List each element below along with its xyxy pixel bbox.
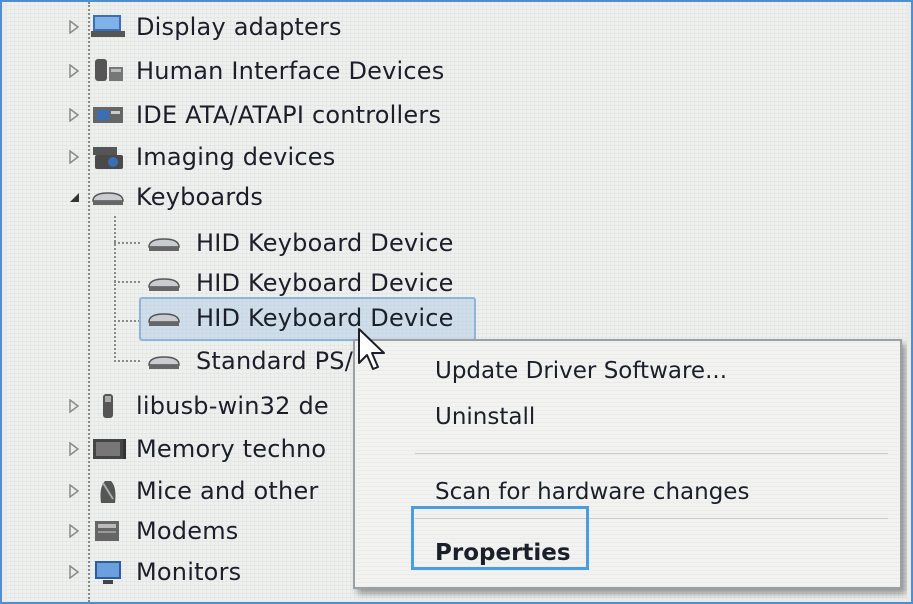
menu-separator bbox=[415, 453, 888, 454]
hid-icon bbox=[88, 56, 128, 86]
tree-item-label: IDE ATA/ATAPI controllers bbox=[136, 101, 442, 129]
tree-connector bbox=[114, 320, 140, 322]
menu-item-scan-for-hardware-changes[interactable]: Scan for hardware changes bbox=[435, 479, 749, 505]
tree-connector bbox=[114, 216, 116, 362]
menu-item-uninstall[interactable]: Uninstall bbox=[435, 404, 535, 430]
tree-item-hid-keyboard-device-selected[interactable]: HID Keyboard Device bbox=[144, 299, 454, 337]
tree-item-label: Keyboards bbox=[136, 183, 264, 211]
tree-item-label: Mice and other bbox=[136, 477, 319, 505]
tree-item-ide-ata-atapi-controllers[interactable]: IDE ATA/ATAPI controllers bbox=[66, 96, 441, 134]
tree-item-display-adapters[interactable]: Display adapters bbox=[66, 8, 342, 46]
keyboard-icon bbox=[88, 182, 128, 212]
mouse-icon bbox=[88, 476, 128, 506]
expand-arrow-icon[interactable] bbox=[66, 63, 82, 79]
tree-item-keyboards[interactable]: Keyboards bbox=[66, 178, 263, 216]
keyboard-icon bbox=[144, 346, 184, 376]
expand-arrow-icon[interactable] bbox=[66, 441, 82, 457]
menu-item-properties[interactable]: Properties bbox=[435, 540, 571, 566]
tree-item-label: HID Keyboard Device bbox=[196, 229, 454, 257]
memory-icon bbox=[88, 434, 128, 464]
tree-item-label: Memory techno bbox=[136, 435, 327, 463]
context-menu: Update Driver Software... Uninstall Scan… bbox=[353, 339, 902, 589]
tree-item-memory-technology-devices[interactable]: Memory techno bbox=[66, 430, 326, 468]
tree-item-label: HID Keyboard Device bbox=[196, 304, 454, 332]
expand-arrow-icon[interactable] bbox=[66, 564, 82, 580]
keyboard-icon bbox=[144, 228, 184, 258]
tree-item-label: libusb-win32 de bbox=[136, 392, 329, 420]
tree-item-human-interface-devices[interactable]: Human Interface Devices bbox=[66, 52, 444, 90]
monitor-icon bbox=[88, 557, 128, 587]
tree-item-label: Human Interface Devices bbox=[136, 57, 445, 85]
expand-arrow-icon[interactable] bbox=[66, 523, 82, 539]
modem-icon bbox=[88, 516, 128, 546]
keyboard-icon bbox=[144, 303, 184, 333]
tree-connector bbox=[114, 281, 140, 283]
expand-arrow-icon[interactable] bbox=[66, 19, 82, 35]
ide-controller-icon bbox=[88, 100, 128, 130]
tree-item-imaging-devices[interactable]: Imaging devices bbox=[66, 138, 335, 176]
tree-item-libusb-win32-devices[interactable]: libusb-win32 de bbox=[66, 387, 329, 425]
tree-item-label: HID Keyboard Device bbox=[196, 269, 454, 297]
tree-item-label: Monitors bbox=[136, 558, 242, 586]
tree-item-hid-keyboard-device[interactable]: HID Keyboard Device bbox=[144, 224, 454, 262]
tree-connector bbox=[114, 360, 140, 362]
keyboard-icon bbox=[144, 268, 184, 298]
collapse-arrow-icon[interactable] bbox=[66, 189, 82, 205]
expand-arrow-icon[interactable] bbox=[66, 107, 82, 123]
tree-item-label: Display adapters bbox=[136, 13, 342, 41]
camera-icon bbox=[88, 142, 128, 172]
device-manager-tree-view: Display adapters Human Interface Devices… bbox=[6, 2, 907, 602]
tree-item-standard-ps2-keyboard[interactable]: Standard PS/2 bbox=[144, 342, 368, 380]
tree-item-label: Imaging devices bbox=[136, 143, 336, 171]
expand-arrow-icon[interactable] bbox=[66, 398, 82, 414]
tree-item-label: Modems bbox=[136, 517, 239, 545]
tree-item-modems[interactable]: Modems bbox=[66, 512, 238, 550]
tree-item-hid-keyboard-device[interactable]: HID Keyboard Device bbox=[144, 264, 454, 302]
mouse-pointer-icon bbox=[358, 328, 385, 370]
tree-item-monitors[interactable]: Monitors bbox=[66, 553, 241, 591]
expand-arrow-icon[interactable] bbox=[66, 149, 82, 165]
usb-icon bbox=[88, 391, 128, 421]
expand-arrow-icon[interactable] bbox=[66, 483, 82, 499]
menu-item-update-driver-software[interactable]: Update Driver Software... bbox=[435, 358, 727, 384]
tree-connector bbox=[114, 242, 140, 244]
tree-item-label: Standard PS/2 bbox=[196, 347, 369, 375]
tree-item-mice-and-other-pointing-devices[interactable]: Mice and other bbox=[66, 472, 318, 510]
display-adapter-icon bbox=[88, 12, 128, 42]
